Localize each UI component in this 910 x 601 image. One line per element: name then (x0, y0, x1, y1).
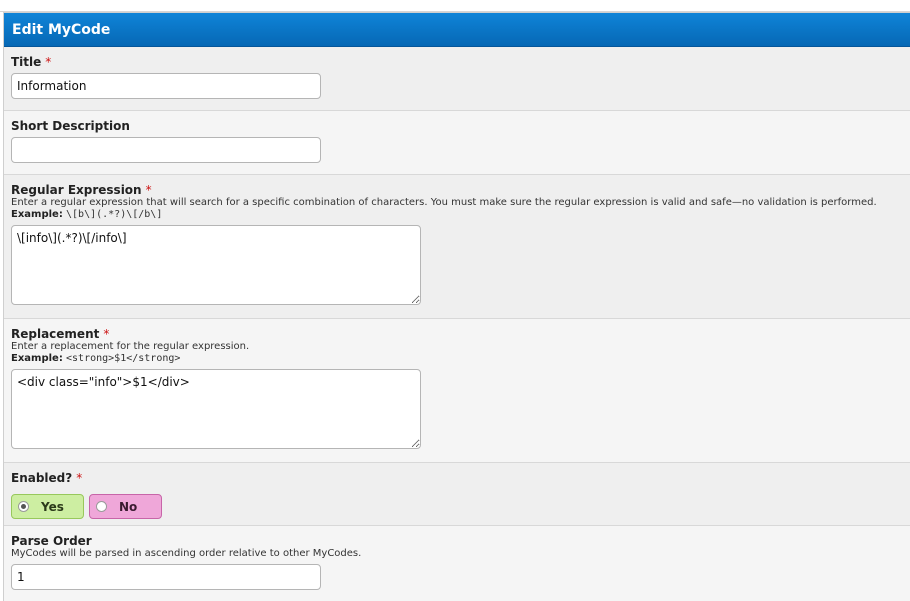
regex-example-label: Example: (11, 209, 63, 220)
replacement-label-text: Replacement (11, 327, 100, 341)
title-row: Title * (4, 47, 910, 111)
replacement-label: Replacement * (11, 319, 910, 341)
panel-header: Edit MyCode (4, 13, 910, 47)
replacement-textarea[interactable]: <div class="info">$1</div> (11, 369, 421, 449)
regex-example-value: \[b\](.*?)\[/b\] (66, 209, 163, 220)
required-asterisk: * (45, 55, 52, 69)
enabled-yes-label: Yes (41, 499, 64, 514)
enabled-toggle-group: Yes No (11, 494, 910, 519)
required-asterisk: * (145, 183, 152, 197)
enabled-label: Enabled? * (11, 463, 910, 485)
edit-mycode-panel: Edit MyCode Title* Short Description Reg… (3, 12, 910, 601)
title-input[interactable] (11, 73, 321, 99)
regex-label-text: Regular Expression (11, 183, 142, 197)
parse-order-input[interactable] (11, 564, 321, 590)
regex-textarea[interactable]: \[info\](.*?)\[/info\] (11, 225, 421, 305)
replacement-example-value: <strong>$1</strong> (66, 353, 181, 364)
required-asterisk: * (76, 471, 83, 485)
enabled-row: Enabled? * Yes No (4, 463, 910, 526)
enabled-label-text: Enabled? (11, 471, 73, 485)
parse-order-label: Parse Order (11, 534, 92, 548)
enabled-yes-option[interactable]: Yes (11, 494, 84, 519)
enabled-no-label: No (119, 499, 138, 514)
short-description-label: Short Description (11, 119, 130, 133)
required-asterisk: * (103, 327, 110, 341)
short-description-input[interactable] (11, 137, 321, 163)
title-label-text: Title (11, 55, 42, 69)
top-divider (0, 0, 910, 12)
regex-label: Regular Expression * (11, 175, 910, 197)
radio-checked-icon[interactable] (18, 501, 29, 512)
regex-row: Regular Expression * Enter a regular expr… (4, 175, 910, 319)
parse-order-description: MyCodes will be parsed in ascending orde… (11, 548, 362, 559)
replacement-row: Replacement * Enter a replacement for the… (4, 319, 910, 463)
replacement-example-label: Example: (11, 353, 63, 364)
short-description-row: Short Description (4, 111, 910, 175)
regex-description: Enter a regular expression that will sea… (11, 197, 877, 208)
parse-order-row: Parse Order MyCodes will be parsed in as… (4, 526, 910, 601)
replacement-example: Example: <strong>$1</strong> (11, 353, 910, 365)
regex-example: Example: \[b\](.*?)\[/b\] (11, 209, 910, 221)
title-label: Title * (11, 47, 910, 69)
radio-unchecked-icon[interactable] (96, 501, 107, 512)
replacement-description: Enter a replacement for the regular expr… (11, 341, 250, 352)
enabled-no-option[interactable]: No (89, 494, 162, 519)
